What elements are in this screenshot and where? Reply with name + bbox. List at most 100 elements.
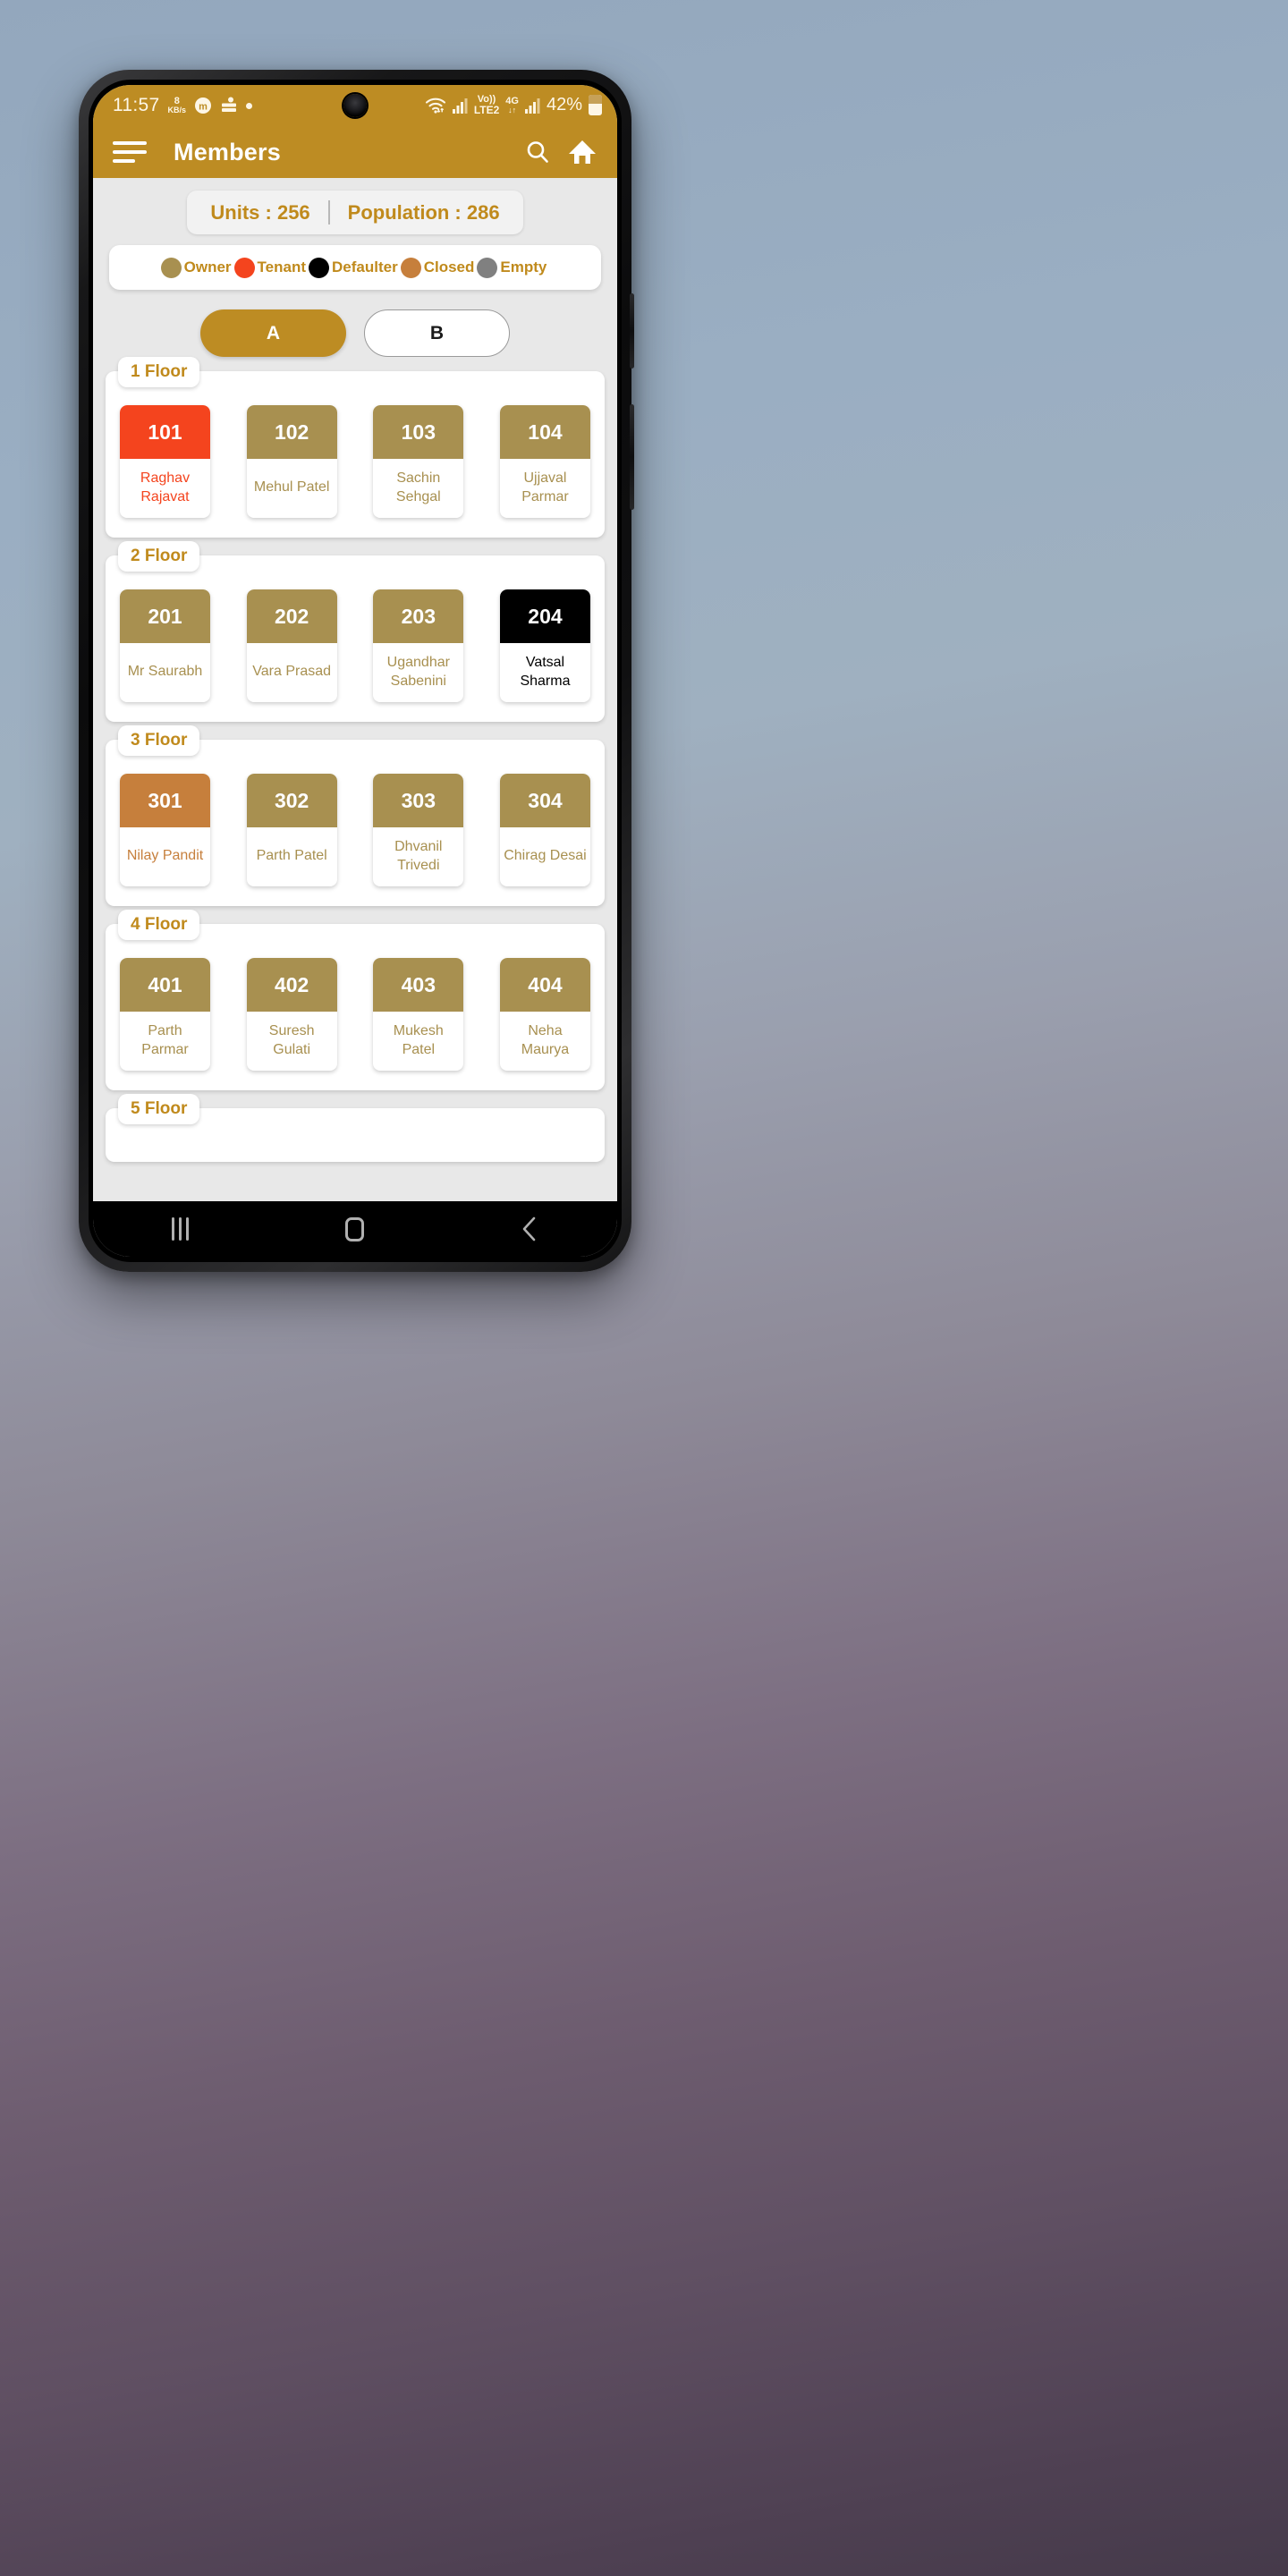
unit-number: 202 <box>246 589 337 643</box>
floor-section: 2 Floor 201 Mr Saurabh 202 Vara Prasad 203 Uga… <box>106 541 605 722</box>
unit-number: 104 <box>499 405 590 459</box>
unit-number: 201 <box>120 589 210 643</box>
status-clock: 11:57 <box>113 95 160 115</box>
population-count-label: Population : 286 <box>347 200 500 224</box>
unit-tile[interactable]: 401 Parth Parmar <box>120 958 210 1071</box>
unit-member-name: Parth Parmar <box>141 1022 189 1057</box>
unit-tile[interactable]: 404 Neha Maurya <box>499 958 590 1071</box>
unit-member-name: Sachin Sehgal <box>395 470 441 504</box>
floor-section: 1 Floor 101 Raghav Rajavat 102 Mehul Patel 10… <box>106 357 605 538</box>
unit-member-name: Ujjaval Parmar <box>521 470 569 504</box>
android-navigation-bar <box>93 1201 617 1257</box>
home-icon[interactable] <box>329 1211 381 1247</box>
unit-number: 103 <box>373 405 464 459</box>
floor-label: 2 Floor <box>118 541 200 572</box>
unit-member-name: Raghav Rajavat <box>140 470 191 504</box>
legend-dot-owner <box>160 257 182 278</box>
unit-tile[interactable]: 303 Dhvanil Trivedi <box>373 774 464 886</box>
unit-tile[interactable]: 201 Mr Saurabh <box>120 589 210 702</box>
legend-dot-closed <box>400 257 421 278</box>
page-title: Members <box>174 138 281 165</box>
floor-section: 5 Floor <box>106 1094 605 1162</box>
notification-app-icon-1: m <box>194 97 212 114</box>
home-icon[interactable] <box>567 137 597 167</box>
legend-item-tenant: Tenant <box>233 257 309 278</box>
unit-number: 401 <box>120 958 210 1012</box>
legend-item-defaulter: Defaulter <box>309 257 401 278</box>
legend-dot-empty <box>477 257 498 278</box>
unit-tile[interactable]: 103 Sachin Sehgal <box>373 405 464 518</box>
desktop-wallpaper: 11:57 8 KB/s m Vo)) LTE2 4G ↓↑ 42% Membe… <box>0 0 1288 2576</box>
floor-units-card: 101 Raghav Rajavat 102 Mehul Patel 103 Sachin… <box>106 371 605 538</box>
unit-member-name: Suresh Gulati <box>268 1022 315 1057</box>
floor-units-card: 401 Parth Parmar 402 Suresh Gulati 403 Mukesh… <box>106 924 605 1090</box>
svg-text:m: m <box>199 102 208 113</box>
legend-label-owner: Owner <box>183 258 232 275</box>
unit-number: 404 <box>499 958 590 1012</box>
unit-member-name: Mehul Patel <box>253 479 330 496</box>
floor-units-card: 301 Nilay Pandit 302 Parth Patel 303 Dhvanil … <box>106 740 605 906</box>
legend-item-owner: Owner <box>160 257 234 278</box>
tab-b[interactable]: B <box>364 309 510 357</box>
unit-member-name: Parth Patel <box>256 848 327 864</box>
back-icon[interactable] <box>504 1211 555 1247</box>
signal-bars-icon-sim1 <box>452 97 468 114</box>
hamburger-menu-icon[interactable] <box>111 138 148 166</box>
legend-label-empty: Empty <box>500 258 547 275</box>
unit-number: 303 <box>373 774 464 827</box>
legend-item-closed: Closed <box>400 257 478 278</box>
search-icon[interactable] <box>522 137 553 167</box>
network-type-indicator: 4G ↓↑ <box>505 96 519 115</box>
unit-tile[interactable]: 204 Vatsal Sharma <box>499 589 590 702</box>
status-bar-left: 11:57 8 KB/s m <box>113 95 253 116</box>
floors-list: 1 Floor 101 Raghav Rajavat 102 Mehul Patel 10… <box>93 357 617 1162</box>
unit-number: 304 <box>499 774 590 827</box>
unit-tile[interactable]: 203 Ugandhar Sabenini <box>373 589 464 702</box>
unit-number: 101 <box>120 405 210 459</box>
legend-label-closed: Closed <box>423 258 475 275</box>
unit-member-name: Chirag Desai <box>504 848 587 864</box>
unit-tile[interactable]: 101 Raghav Rajavat <box>120 405 210 518</box>
volume-button[interactable] <box>630 293 634 369</box>
floor-section: 3 Floor 301 Nilay Pandit 302 Parth Patel 303 D… <box>106 725 605 906</box>
unit-number: 203 <box>373 589 464 643</box>
unit-member-name: Neha Maurya <box>521 1022 570 1057</box>
floor-label: 1 Floor <box>118 357 200 387</box>
phone-device-frame: 11:57 8 KB/s m Vo)) LTE2 4G ↓↑ 42% Membe… <box>79 70 634 1272</box>
battery-icon <box>589 95 602 116</box>
unit-tile[interactable]: 403 Mukesh Patel <box>373 958 464 1071</box>
unit-number: 204 <box>499 589 590 643</box>
stats-divider <box>327 200 330 225</box>
unit-member-name: Vatsal Sharma <box>520 654 571 689</box>
floor-label: 5 Floor <box>118 1094 200 1124</box>
volte-indicator: Vo)) LTE2 <box>474 95 499 116</box>
front-camera-punch-hole <box>343 94 367 117</box>
legend-dot-tenant <box>233 257 255 278</box>
unit-tile[interactable]: 102 Mehul Patel <box>246 405 337 518</box>
recents-icon[interactable] <box>155 1211 207 1247</box>
unit-tile[interactable]: 402 Suresh Gulati <box>246 958 337 1071</box>
data-arrows-icon: ↓↑ <box>508 106 517 115</box>
power-button[interactable] <box>630 404 634 510</box>
legend-label-defaulter: Defaulter <box>332 258 398 275</box>
units-count-label: Units : 256 <box>210 200 310 224</box>
unit-number: 301 <box>120 774 210 827</box>
wifi-icon <box>425 97 446 114</box>
recents-glyph <box>172 1217 190 1241</box>
floor-label: 3 Floor <box>118 725 200 756</box>
notification-app-icon-2 <box>220 97 238 114</box>
members-scroll-content[interactable]: Units : 256 Population : 286 Owner Tenant… <box>93 178 617 1201</box>
notification-dot-icon <box>246 102 253 109</box>
status-bar-right: Vo)) LTE2 4G ↓↑ 42% <box>425 95 602 116</box>
unit-tile[interactable]: 104 Ujjaval Parmar <box>499 405 590 518</box>
app-bar: Members <box>93 126 617 178</box>
unit-tile[interactable]: 301 Nilay Pandit <box>120 774 210 886</box>
unit-member-name: Dhvanil Trivedi <box>394 838 443 873</box>
unit-tile[interactable]: 202 Vara Prasad <box>246 589 337 702</box>
unit-tile[interactable]: 302 Parth Patel <box>246 774 337 886</box>
battery-percentage-label: 42% <box>546 95 582 115</box>
home-glyph <box>345 1216 365 1241</box>
unit-member-name: Vara Prasad <box>252 664 332 680</box>
tab-a[interactable]: A <box>200 309 346 357</box>
unit-tile[interactable]: 304 Chirag Desai <box>499 774 590 886</box>
